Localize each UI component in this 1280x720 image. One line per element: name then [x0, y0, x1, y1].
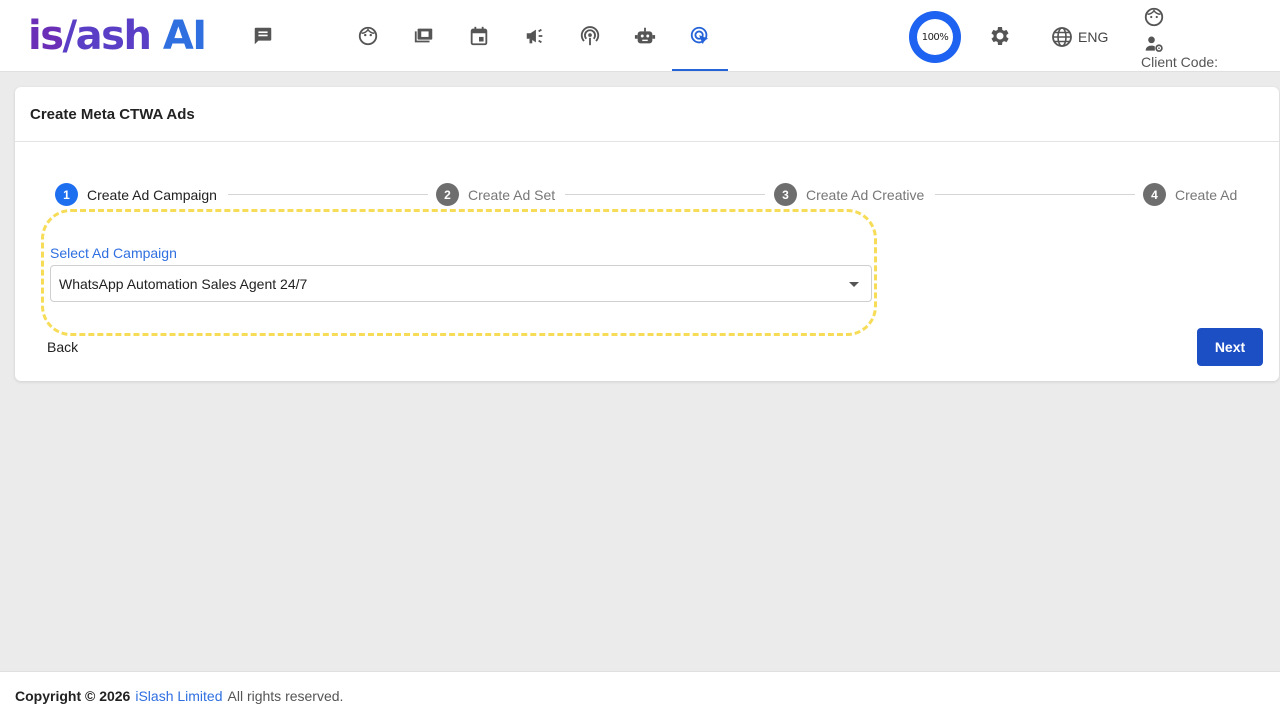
step-create-ad-campaign[interactable]: 1 Create Ad Campaign [55, 183, 217, 206]
step-label: Create Ad Set [468, 186, 556, 203]
user-face-icon [1144, 7, 1164, 27]
logo-text-part2: /ash [62, 13, 152, 59]
active-nav-indicator [672, 69, 728, 71]
selected-campaign-value: WhatsApp Automation Sales Agent 24/7 [59, 275, 308, 292]
progress-label: 100% [917, 19, 953, 55]
robot-icon[interactable] [633, 24, 657, 48]
campaign-icon[interactable] [523, 24, 547, 48]
face-icon[interactable] [356, 24, 380, 48]
step-connector [565, 194, 765, 195]
payments-icon[interactable] [412, 24, 436, 48]
top-bar: is/ash AI 100% ENG Client Code: [0, 0, 1280, 72]
back-button[interactable]: Back [47, 339, 78, 355]
dropdown-arrow-icon [849, 282, 859, 287]
company-link[interactable]: iSlash Limited [135, 688, 222, 704]
copyright-text: Copyright © 2026 [15, 688, 131, 704]
calendar-icon[interactable] [467, 24, 491, 48]
podcast-icon[interactable] [578, 24, 602, 48]
next-button[interactable]: Next [1197, 328, 1263, 366]
footer: Copyright © 2026 iSlash Limited All righ… [0, 671, 1280, 720]
gear-icon[interactable] [987, 24, 1011, 48]
islash-logo[interactable]: is/ash AI [28, 13, 207, 59]
user-settings-icon [1145, 36, 1163, 52]
user-menu[interactable]: Client Code: [1140, 4, 1250, 70]
create-ads-card: Create Meta CTWA Ads 1 Create Ad Campaig… [15, 87, 1279, 381]
logo-text-part3: AI [150, 13, 207, 59]
completion-progress[interactable]: 100% [909, 11, 961, 63]
step-create-ad-set[interactable]: 2 Create Ad Set [436, 183, 555, 206]
language-selector[interactable]: ENG [1050, 25, 1108, 49]
ads-click-icon[interactable] [688, 24, 712, 48]
step-number: 2 [436, 183, 459, 206]
step-number: 1 [55, 183, 78, 206]
chat-icon[interactable] [251, 24, 275, 48]
step-connector [935, 194, 1135, 195]
step-label: Create Ad Campaign [87, 186, 217, 203]
logo-text-part1: is [28, 13, 64, 59]
client-code-label: Client Code: [1141, 54, 1219, 70]
step-number: 4 [1143, 183, 1166, 206]
rights-text: All rights reserved. [227, 688, 344, 704]
ad-campaign-select[interactable]: WhatsApp Automation Sales Agent 24/7 [50, 265, 872, 302]
globe-icon [1052, 27, 1072, 47]
step-create-ad-creative[interactable]: 3 Create Ad Creative [774, 183, 924, 206]
ad-creation-stepper: 1 Create Ad Campaign 2 Create Ad Set 3 C… [15, 183, 1279, 207]
step-label: Create Ad Creative [806, 186, 925, 203]
step-connector [228, 194, 428, 195]
page-title: Create Meta CTWA Ads [30, 105, 195, 123]
select-ad-campaign-label: Select Ad Campaign [50, 245, 177, 261]
step-label: Create Ad [1175, 186, 1238, 203]
language-label: ENG [1078, 29, 1109, 45]
step-number: 3 [774, 183, 797, 206]
step-create-ad[interactable]: 4 Create Ad [1143, 183, 1237, 206]
card-header: Create Meta CTWA Ads [15, 87, 1279, 142]
